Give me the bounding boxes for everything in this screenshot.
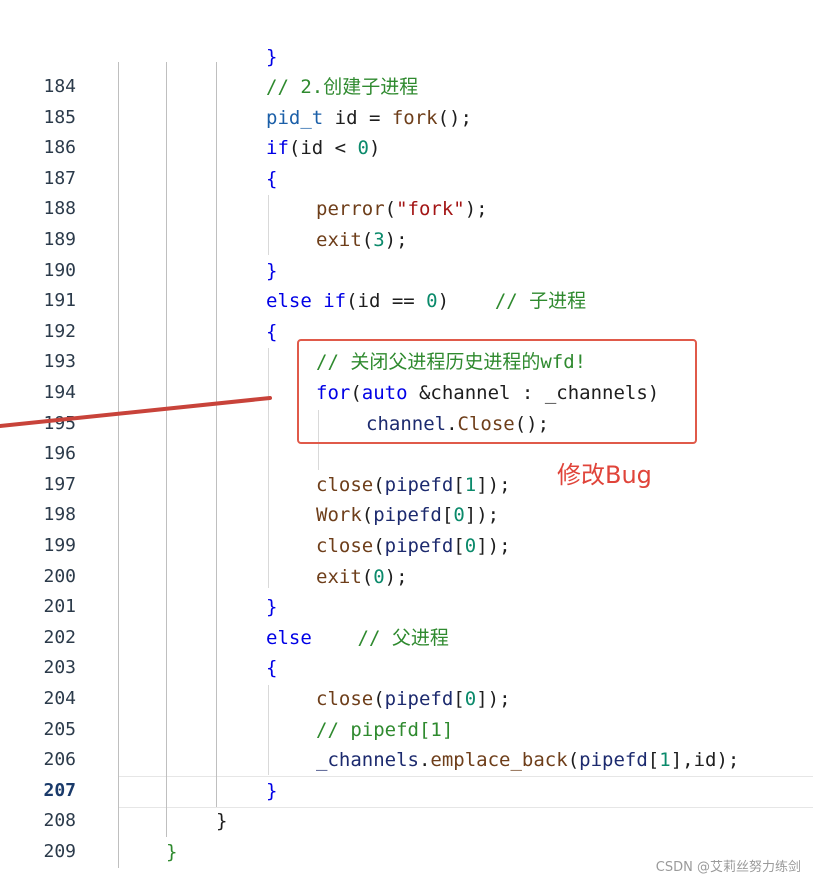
code-editor[interactable]: 184// 2.创建子进程 185 pid_t id = fork(); 186 if(…	[0, 0, 813, 883]
annotation-arrow	[0, 396, 272, 428]
watermark: CSDN @艾莉丝努力练剑	[655, 860, 801, 875]
